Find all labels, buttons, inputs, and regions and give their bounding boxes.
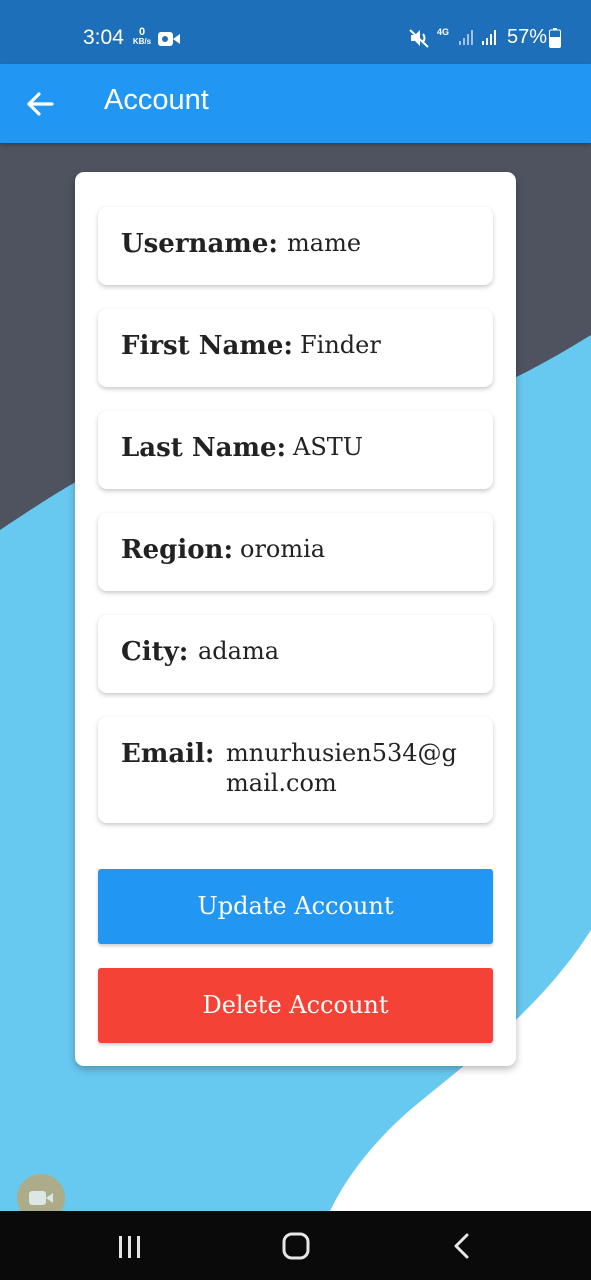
region-value: oromia [240,535,326,563]
data-speed-indicator: 0 KB/s [132,26,152,47]
update-account-button[interactable]: Update Account [98,869,493,944]
data-speed-value: 0 [138,26,146,38]
signal-icon [482,30,496,45]
status-time: 3:04 [83,26,124,49]
first-name-field: First Name: Finder [98,309,493,387]
email-label: Email: [121,739,215,769]
status-bar: 3:04 0 KB/s 4G 57% [0,0,591,64]
city-label: City: [121,637,189,667]
back-chevron-icon[interactable] [451,1232,473,1260]
signal-icon [459,30,473,45]
city-field: City: adama [98,615,493,693]
email-value-line2: mail.com [226,769,337,797]
username-label: Username: [121,229,278,259]
last-name-label: Last Name: [121,433,287,463]
battery-percent: 57% [507,26,548,48]
data-speed-unit: KB/s [132,37,152,46]
username-value: mame [287,229,362,257]
first-name-value: Finder [300,331,381,359]
account-screen: 3:04 0 KB/s 4G 57% Account Username: mam… [0,0,591,1280]
email-field: Email: mnurhusien534@g mail.com [98,717,493,823]
arrow-left-icon[interactable] [22,86,58,122]
page-title: Account [104,84,209,116]
recents-icon[interactable] [117,1234,143,1260]
video-camera-icon [158,32,180,46]
system-nav-bar [0,1211,591,1280]
first-name-label: First Name: [121,331,293,361]
mute-icon [409,29,429,48]
network-type: 4G [437,27,450,37]
home-icon[interactable] [282,1232,310,1260]
username-field: Username: mame [98,207,493,285]
last-name-field: Last Name: ASTU [98,411,493,489]
account-card: Username: mame First Name: Finder Last N… [75,172,516,1066]
region-field: Region: oromia [98,513,493,591]
delete-account-button[interactable]: Delete Account [98,968,493,1043]
app-bar: Account [0,64,591,143]
battery-icon [549,28,561,48]
email-value-line1: mnurhusien534@g [226,739,457,767]
region-label: Region: [121,535,234,565]
last-name-value: ASTU [293,433,364,461]
city-value: adama [198,637,280,665]
